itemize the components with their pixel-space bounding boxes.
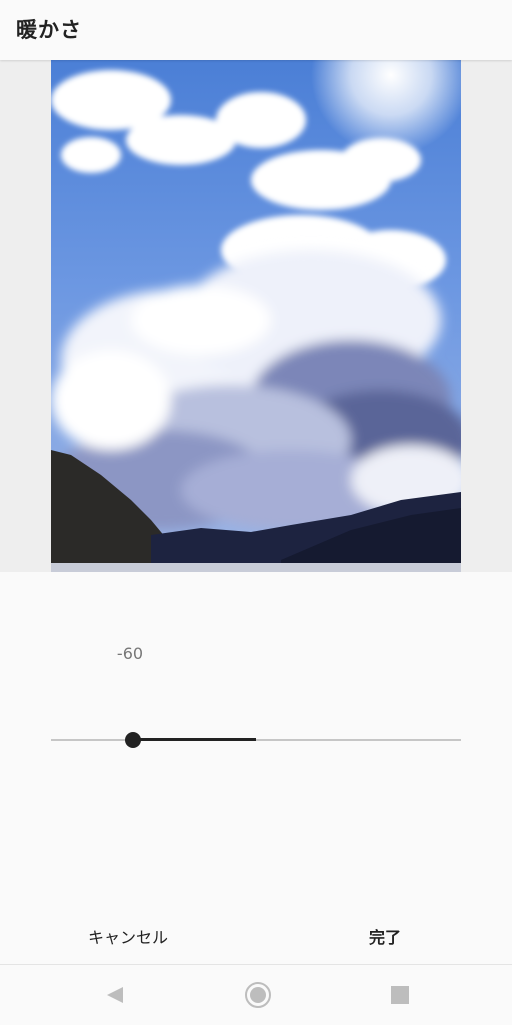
done-button[interactable]: 完了 <box>315 924 455 948</box>
square-recents-icon[interactable] <box>384 979 416 1011</box>
triangle-back-icon[interactable] <box>99 979 131 1011</box>
slider-thumb[interactable] <box>125 732 141 748</box>
adjustment-value: -60 <box>116 644 144 663</box>
slider-fill <box>133 738 256 741</box>
photo-preview <box>51 60 461 572</box>
system-navigation-bar <box>0 964 512 1025</box>
circle-home-icon[interactable] <box>242 979 274 1011</box>
page-title: 暖かさ <box>16 18 82 42</box>
slider-track <box>51 739 461 741</box>
cancel-button[interactable]: キャンセル <box>58 924 198 948</box>
warmth-slider[interactable] <box>51 730 461 750</box>
adjustment-panel: -60 キャンセル 完了 <box>0 572 512 964</box>
app-header: 暖かさ <box>0 0 512 60</box>
image-preview-area <box>0 60 512 572</box>
